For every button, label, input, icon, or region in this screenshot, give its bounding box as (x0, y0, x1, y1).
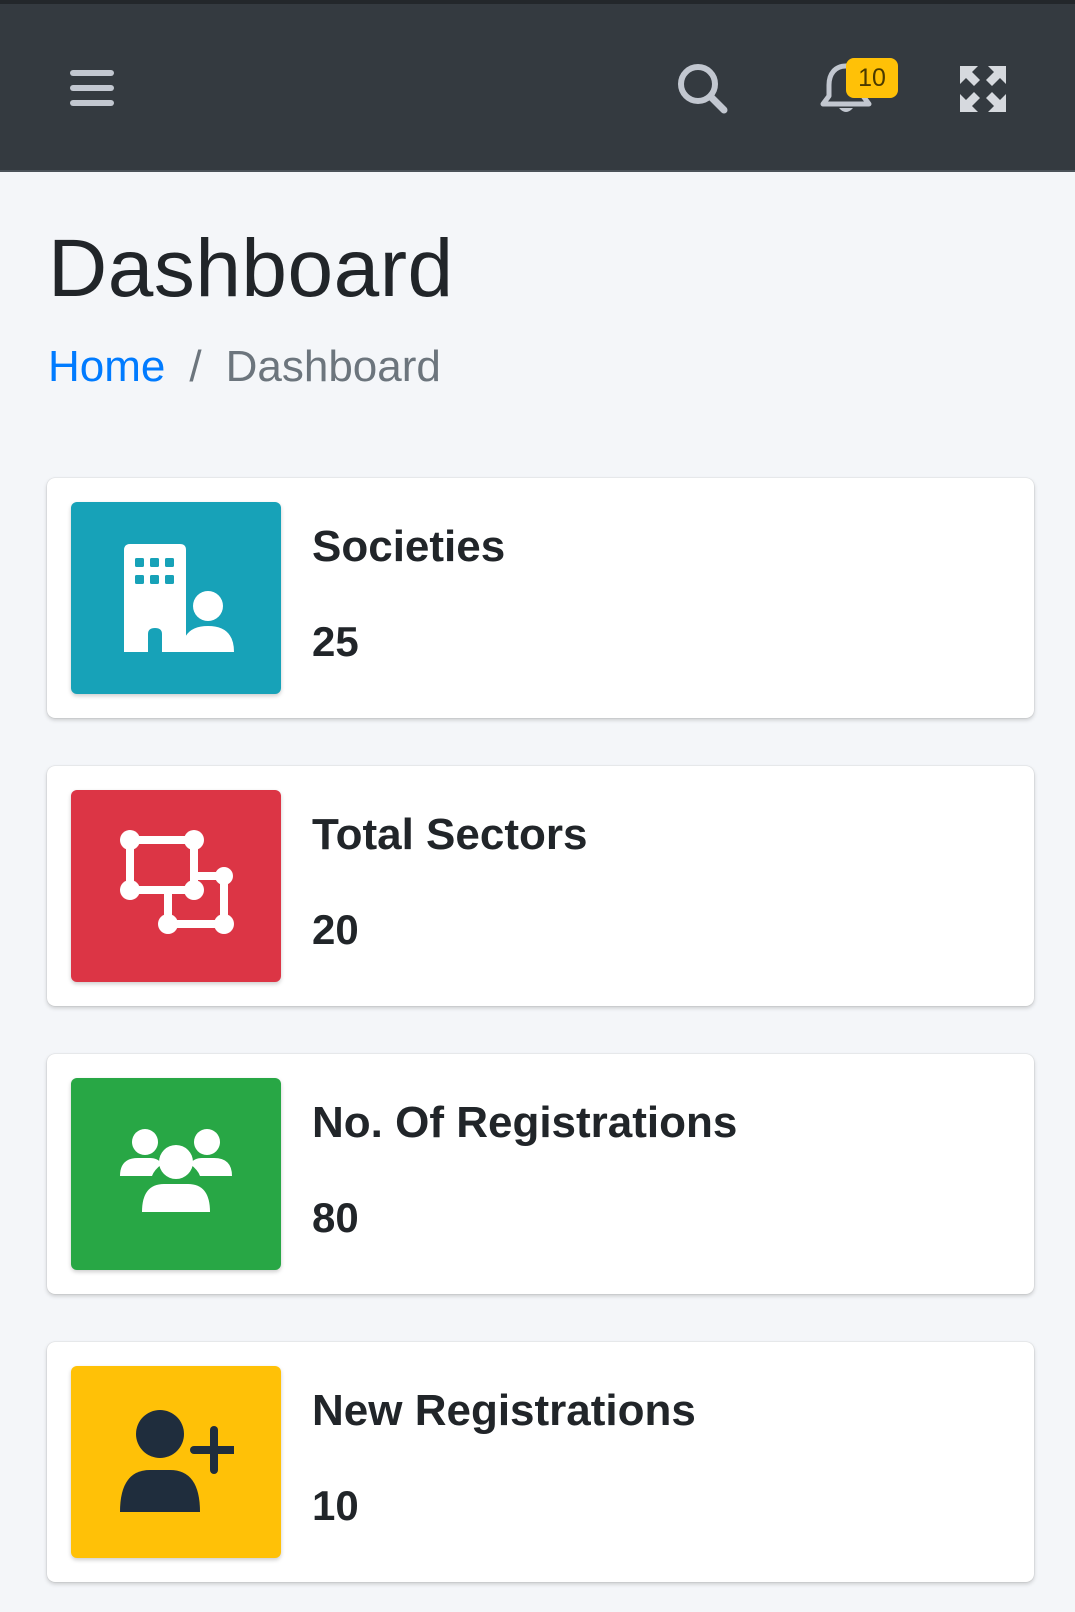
societies-icon-box (71, 502, 281, 694)
hamburger-menu-icon[interactable] (66, 62, 118, 114)
page-title: Dashboard (48, 223, 454, 314)
card-label: Societies (312, 522, 506, 571)
users-icon (120, 1129, 232, 1212)
card-label: New Registrations (312, 1386, 696, 1435)
vector-square-icon (120, 830, 234, 934)
notification-count-badge: 10 (846, 58, 898, 98)
total-sectors-card[interactable]: Total Sectors 20 (47, 766, 1034, 1006)
search-icon[interactable] (674, 60, 730, 116)
card-value: 20 (312, 906, 359, 953)
registrations-card[interactable]: No. Of Registrations 80 (47, 1054, 1034, 1294)
registrations-icon-box (71, 1078, 281, 1270)
card-label: No. Of Registrations (312, 1098, 738, 1147)
total-sectors-icon-box (71, 790, 281, 982)
breadcrumb-home-link[interactable]: Home (48, 342, 165, 391)
breadcrumb-current: Dashboard (225, 342, 441, 391)
user-plus-icon (120, 1410, 234, 1512)
societies-card[interactable]: Societies 25 (47, 478, 1034, 718)
building-user-icon (124, 544, 234, 652)
card-label: Total Sectors (312, 810, 588, 859)
breadcrumb-separator: / (189, 342, 202, 391)
breadcrumb: Home / Dashboard (48, 342, 441, 392)
top-navbar: 10 (0, 0, 1075, 172)
card-value: 80 (312, 1194, 359, 1241)
card-value: 10 (312, 1482, 359, 1529)
new-registrations-card[interactable]: New Registrations 10 (47, 1342, 1034, 1582)
fullscreen-expand-icon[interactable] (958, 64, 1008, 114)
new-registrations-icon-box (71, 1366, 281, 1558)
card-value: 25 (312, 618, 359, 665)
